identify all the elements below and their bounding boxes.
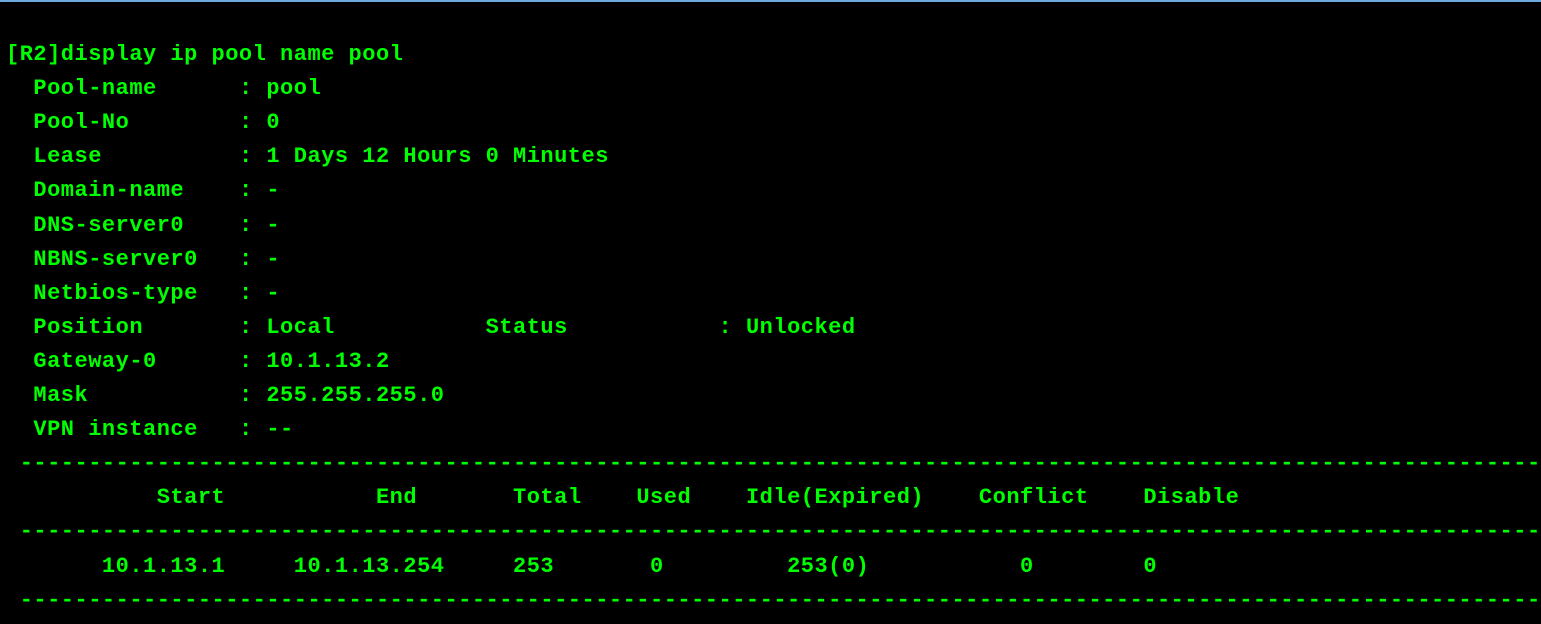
field-pool-name-value: pool bbox=[266, 76, 321, 101]
field-domain-name-label: Domain-name bbox=[33, 178, 184, 203]
field-mask-value: 255.255.255.0 bbox=[266, 383, 444, 408]
field-netbios-type-value: - bbox=[266, 281, 280, 306]
separator-line: ----------------------------------------… bbox=[6, 588, 1541, 613]
field-position-label: Position bbox=[33, 315, 143, 340]
field-gateway0-value: 10.1.13.2 bbox=[266, 349, 389, 374]
row-disable: 0 bbox=[1143, 554, 1157, 579]
separator-line: ----------------------------------------… bbox=[6, 519, 1541, 544]
prompt-line[interactable]: [R2]display ip pool name pool bbox=[6, 42, 403, 67]
field-lease-label: Lease bbox=[33, 144, 102, 169]
field-pool-name-label: Pool-name bbox=[33, 76, 156, 101]
hdr-idle-exp: Idle(Expired) bbox=[746, 485, 924, 510]
field-nbns-server0-label: NBNS-server0 bbox=[33, 247, 197, 272]
field-gateway0-label: Gateway-0 bbox=[33, 349, 156, 374]
hdr-total: Total bbox=[513, 485, 582, 510]
field-lease-value: 1 Days 12 Hours 0 Minutes bbox=[266, 144, 609, 169]
hdr-start: Start bbox=[157, 485, 226, 510]
row-start: 10.1.13.1 bbox=[102, 554, 225, 579]
field-vpn-instance-label: VPN instance bbox=[33, 417, 197, 442]
field-netbios-type-label: Netbios-type bbox=[33, 281, 197, 306]
separator-line: ----------------------------------------… bbox=[6, 451, 1541, 476]
field-dns-server0-label: DNS-server0 bbox=[33, 213, 184, 238]
field-domain-name-value: - bbox=[266, 178, 280, 203]
hdr-conflict: Conflict bbox=[979, 485, 1089, 510]
field-nbns-server0-value: - bbox=[266, 247, 280, 272]
row-conflict: 0 bbox=[1020, 554, 1034, 579]
hdr-end: End bbox=[376, 485, 417, 510]
field-dns-server0-value: - bbox=[266, 213, 280, 238]
field-position-value: Local bbox=[266, 315, 335, 340]
row-used: 0 bbox=[650, 554, 664, 579]
field-vpn-instance-value: -- bbox=[266, 417, 293, 442]
row-end: 10.1.13.254 bbox=[294, 554, 445, 579]
terminal-output: [R2]display ip pool name pool Pool-name … bbox=[0, 0, 1541, 624]
field-pool-no-value: 0 bbox=[266, 110, 280, 135]
hdr-disable: Disable bbox=[1143, 485, 1239, 510]
field-pool-no-label: Pool-No bbox=[33, 110, 129, 135]
row-total: 253 bbox=[513, 554, 554, 579]
field-status-label: Status bbox=[486, 315, 568, 340]
field-mask-label: Mask bbox=[33, 383, 88, 408]
row-idle-exp: 253(0) bbox=[787, 554, 869, 579]
hdr-used: Used bbox=[636, 485, 691, 510]
field-status-value: Unlocked bbox=[746, 315, 856, 340]
